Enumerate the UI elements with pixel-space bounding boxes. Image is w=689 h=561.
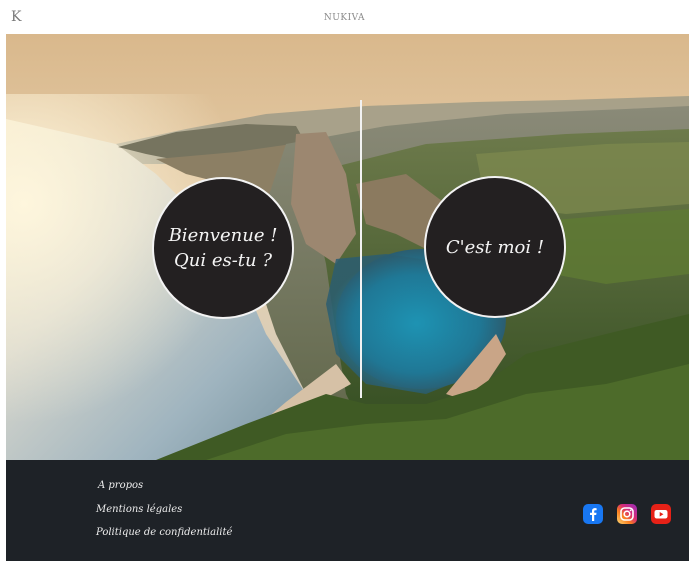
- about-me-circle-text: C'est moi !: [445, 236, 545, 258]
- page: K NUKIVA Bienvenue ! Qui es-tu ? C'est m…: [0, 0, 689, 561]
- hero-banner: Bienvenue ! Qui es-tu ? C'est moi !: [6, 34, 689, 460]
- footer-link-legal-notice[interactable]: Mentions légales: [96, 504, 182, 515]
- welcome-circle-text: Bienvenue ! Qui es-tu ?: [168, 225, 278, 271]
- footer: A propos Mentions légales Politique de c…: [6, 460, 689, 561]
- facebook-icon[interactable]: [583, 504, 603, 524]
- footer-link-privacy-policy[interactable]: Politique de confidentialité: [96, 527, 232, 538]
- welcome-circle-button[interactable]: Bienvenue ! Qui es-tu ?: [152, 177, 294, 319]
- site-title[interactable]: NUKIVA: [0, 12, 689, 24]
- hero-divider: [360, 100, 362, 398]
- about-me-circle-button[interactable]: C'est moi !: [424, 176, 566, 318]
- hero-background-image: [6, 34, 689, 460]
- instagram-icon[interactable]: [617, 504, 637, 524]
- footer-link-about[interactable]: A propos: [98, 480, 143, 491]
- header: K NUKIVA: [0, 0, 689, 34]
- youtube-icon[interactable]: [651, 504, 671, 524]
